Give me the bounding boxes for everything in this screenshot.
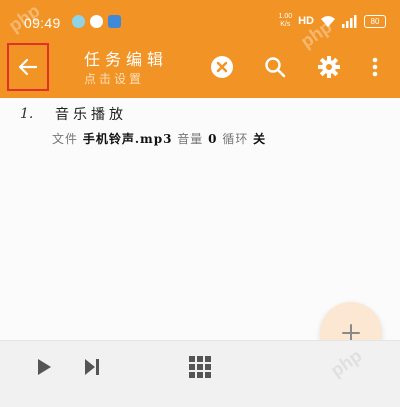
- status-right: 1.00 K/s HD 80: [278, 13, 386, 29]
- more-vertical-icon: [372, 57, 378, 77]
- close-circle-icon: [211, 56, 233, 78]
- file-value: 手机铃声.mp3: [82, 132, 173, 146]
- signal-icon: [342, 14, 357, 28]
- list-item[interactable]: 1. 音乐播放 文件 手机铃声.mp3 音量 0 循环 关: [0, 98, 400, 154]
- net-speed: 1.00 K/s: [278, 13, 292, 29]
- battery-icon: 80: [364, 14, 386, 28]
- more-menu-button[interactable]: [362, 54, 388, 80]
- file-label: 文件: [52, 132, 79, 146]
- status-time: 09:49: [24, 15, 61, 31]
- play-button[interactable]: [30, 353, 58, 381]
- grid-icon: [189, 356, 211, 378]
- page-title: 任务编辑: [84, 50, 169, 69]
- notification-icon-1: [72, 15, 85, 28]
- loop-value: 关: [253, 132, 267, 146]
- skip-next-icon: [85, 359, 99, 375]
- network-label: HD: [298, 15, 314, 27]
- page-subtitle[interactable]: 点击设置: [84, 70, 144, 87]
- task-name: 音乐播放: [55, 107, 127, 123]
- arrow-left-icon: [18, 58, 38, 76]
- clear-button[interactable]: [209, 54, 235, 80]
- step-button[interactable]: [78, 353, 106, 381]
- search-button[interactable]: [262, 54, 288, 80]
- wifi-icon: [321, 15, 335, 27]
- volume-value: 0: [208, 132, 218, 146]
- battery-level: 80: [370, 16, 380, 26]
- play-icon: [38, 359, 51, 375]
- gear-icon: [318, 56, 340, 78]
- loop-label: 循环: [222, 132, 249, 146]
- task-detail: 文件 手机铃声.mp3 音量 0 循环 关: [52, 130, 266, 147]
- notification-icon-2: [90, 15, 103, 28]
- toolbar: 任务编辑 点击设置 php: [0, 16, 400, 98]
- search-icon: [265, 57, 286, 78]
- watermark-bottom: php: [326, 345, 366, 381]
- status-bar: 09:49 1.00 K/s HD 80: [0, 0, 400, 42]
- app-screen: 09:49 1.00 K/s HD 80 任务编辑 点击设置 php 1. 音乐…: [0, 0, 400, 407]
- task-index: 1.: [20, 106, 34, 122]
- volume-label: 音量: [177, 132, 204, 146]
- back-button[interactable]: [7, 43, 49, 91]
- notification-icon-3: [108, 15, 121, 28]
- grid-menu-button[interactable]: [186, 353, 214, 381]
- bottom-bar: php: [0, 340, 400, 407]
- net-speed-value: 1.00: [278, 13, 293, 20]
- net-speed-unit: K/s: [280, 21, 291, 28]
- settings-button[interactable]: [316, 54, 342, 80]
